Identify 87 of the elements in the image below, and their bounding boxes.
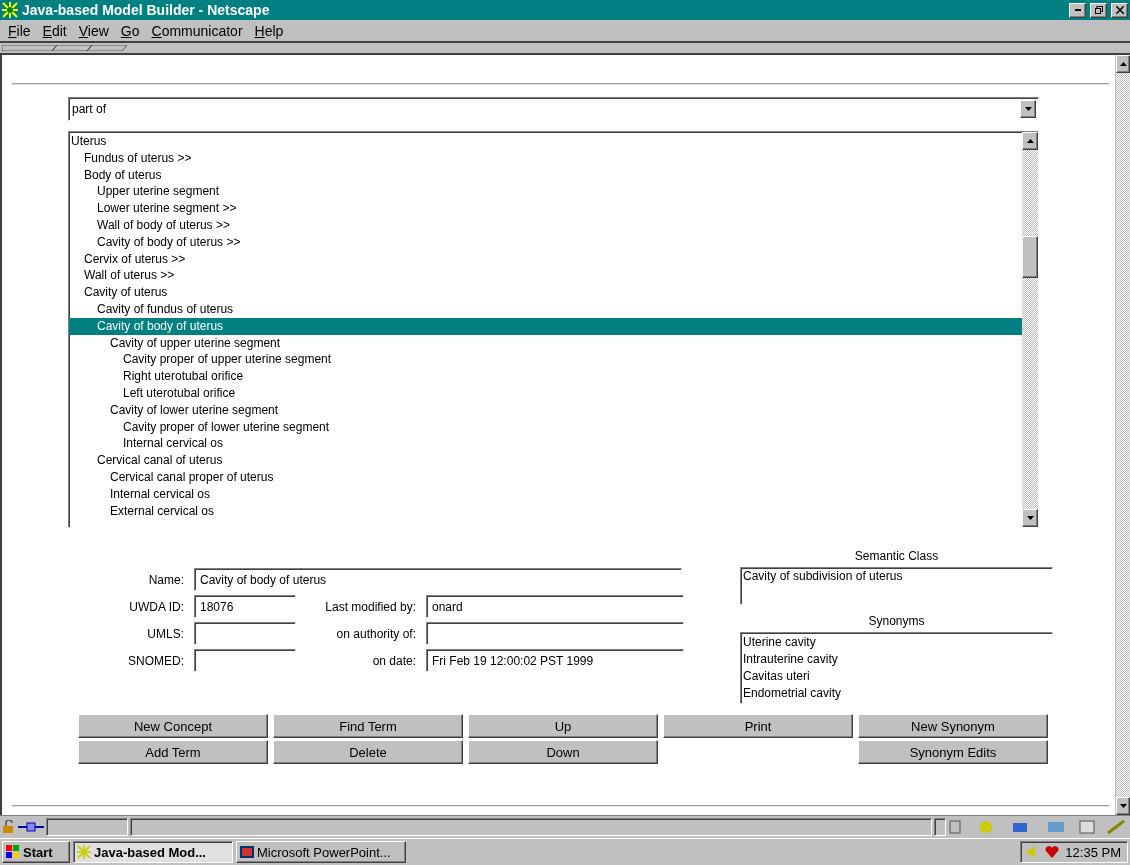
start-button[interactable]: Start [2,841,70,863]
field-label: Last modified by: [324,599,416,614]
synonym-item[interactable]: Intrauterine cavity [743,651,1050,668]
up-arrow-icon [1026,139,1034,143]
window-title: Java-based Model Builder - Netscape [22,2,271,18]
tree-item[interactable]: External cervical os [69,502,1022,520]
field-label: SNOMED: [127,653,184,668]
synonym-item[interactable]: Cavitas uteri [743,668,1050,685]
action-button[interactable]: Delete [273,740,463,764]
action-button[interactable]: Synonym Edits [858,740,1048,764]
field-label: UMLS: [146,626,184,641]
field-label: on date: [371,653,416,668]
minimize-button[interactable] [1069,2,1086,18]
input-field[interactable] [426,622,684,645]
synonym-item[interactable]: Endometrial cavity [743,685,1050,702]
menu-item[interactable]: Communicator [145,22,249,39]
close-icon [1115,6,1124,14]
restore-icon [1094,6,1103,14]
synonym-item[interactable]: Uterine cavity [743,634,1050,651]
scrollbar-thumb[interactable] [1022,236,1038,278]
tree-item[interactable]: Cavity proper of lower uterine segment [69,418,1022,436]
action-button[interactable]: Up [468,714,658,738]
down-arrow-icon [1026,516,1034,520]
field-label: UWDA ID: [128,599,184,614]
action-button[interactable]: Find Term [273,714,463,738]
down-arrow-icon [1024,107,1032,111]
input-field[interactable] [194,622,296,645]
minimize-icon [1074,9,1081,11]
tree-item[interactable]: Wall of uterus >> [69,267,1022,285]
status-pane [934,818,946,836]
menu-item[interactable]: View [72,22,115,39]
tree-item[interactable]: Cervical canal proper of uterus [69,468,1022,486]
tree-item[interactable]: Cavity proper of upper uterine segment [69,351,1022,369]
tree-item[interactable]: Cavity of uterus [69,284,1022,301]
tree-item[interactable]: Cavity of body of uterus >> [69,233,1022,251]
tree-item[interactable]: Fundus of uterus >> [69,149,1022,167]
tree-item[interactable]: Internal cervical os [69,435,1022,453]
tree-item[interactable]: Body of uterus [69,166,1022,184]
restore-button[interactable] [1090,2,1107,18]
tree-item[interactable]: Upper uterine segment [69,183,1022,201]
section-title: Synonyms [867,613,926,630]
lock-icon[interactable] [2,820,16,834]
name-field[interactable]: Cavity of body of uterus [194,568,682,591]
tree-item[interactable]: Cavity of lower uterine segment [69,401,1022,419]
tree-scrollbar[interactable] [1022,132,1038,527]
input-field[interactable]: onard [426,595,684,618]
tree-item[interactable]: Uterus [69,133,1022,150]
tree-item[interactable]: Lower uterine segment >> [69,200,1022,217]
tree-item[interactable]: Left uterotubal orifice [69,384,1022,402]
tree-item[interactable]: Cavity of upper uterine segment [69,334,1022,352]
action-button[interactable]: Add Term [78,740,268,764]
relation-dropdown[interactable]: part of [68,97,1039,121]
field-label: on authority of: [335,626,416,641]
action-button[interactable]: Print [663,714,853,738]
taskbar-button[interactable]: Java-based Mod... [73,841,233,863]
menu-item[interactable]: File [2,22,37,39]
semantic-class-box[interactable]: Cavity of subdivision of uterus [740,567,1053,605]
clock: 12:35 PM [1065,844,1121,860]
menu-item[interactable]: Help [248,22,290,39]
windows-logo-icon [6,845,20,859]
input-field[interactable]: 18076 [194,595,296,618]
logo-icon [2,2,18,18]
tree-item[interactable]: Cervix of uterus >> [69,250,1022,268]
tree-item[interactable]: Internal cervical os [69,485,1022,503]
up-arrow-icon [1119,62,1127,66]
presentation-icon [240,846,254,858]
input-field[interactable]: Fri Feb 19 12:00:02 PST 1999 [426,649,684,672]
close-button[interactable] [1111,2,1128,18]
taskbar-button[interactable]: Microsoft PowerPoint... [236,841,406,863]
section-title: Semantic Class [853,548,940,565]
tree-item[interactable]: Cavity of fundus of uterus [69,300,1022,318]
page-scrollbar[interactable] [1115,55,1130,815]
action-button[interactable]: Down [468,740,658,764]
heart-icon[interactable] [1045,846,1060,858]
field-label: Name: [147,572,184,587]
action-button[interactable]: New Synonym [858,714,1048,738]
action-button[interactable]: New Concept [78,714,268,738]
input-field[interactable] [194,649,296,672]
menu-item[interactable]: Go [114,22,146,39]
tree-item[interactable]: Cervical canal of uterus [69,452,1022,469]
tree-item[interactable]: Wall of body of uterus >> [69,217,1022,234]
plug-icon[interactable] [18,821,44,833]
tree-item[interactable]: Cavity of body of uterus [69,317,1022,335]
menu-item[interactable]: Edit [36,22,73,39]
tree-item[interactable]: Right uterotubal orifice [69,368,1022,385]
down-arrow-icon [1119,804,1127,808]
logo-icon [77,845,91,859]
